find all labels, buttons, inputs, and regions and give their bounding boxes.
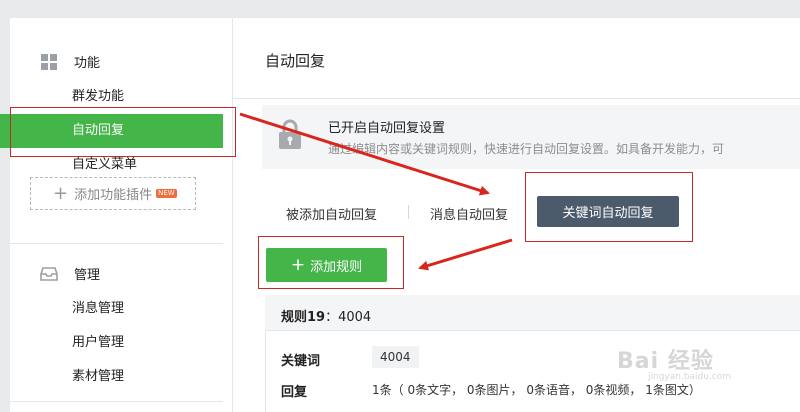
annotation-box-sidebar xyxy=(10,107,236,157)
sidebar-item-label: 消息管理 xyxy=(72,301,125,316)
sidebar-section-label: 功能 xyxy=(74,56,101,71)
sidebar-section-manage: 管理 xyxy=(40,264,100,283)
sidebar-item-label: 素材管理 xyxy=(72,369,125,384)
grid-icon xyxy=(40,53,58,71)
new-badge: NEW xyxy=(156,189,177,198)
watermark-url: jingyan.baidu.com xyxy=(648,372,732,382)
reply-label: 回复 xyxy=(281,385,308,400)
rule-name: 规则19：4004 xyxy=(281,306,371,325)
tab-added-auto-reply[interactable]: 被添加自动回复 xyxy=(286,204,377,223)
plus-icon: + xyxy=(53,182,69,204)
annotation-box-tab xyxy=(525,172,693,242)
sidebar-divider xyxy=(10,243,223,244)
sidebar-item-users[interactable]: 用户管理 xyxy=(0,326,223,360)
notice-description: 通过编辑内容或关键词规则，快速进行自动回复设置。如具备开发能力，可 xyxy=(328,142,725,156)
sidebar-section-functions: 功能 xyxy=(40,52,100,71)
inbox-icon xyxy=(40,265,58,283)
sidebar-item-materials[interactable]: 素材管理 xyxy=(0,360,223,394)
sidebar-item-messages[interactable]: 消息管理 xyxy=(0,292,223,326)
title-divider xyxy=(233,98,800,99)
tab-separator xyxy=(408,205,409,219)
rule-name-prefix: 规则19 xyxy=(281,310,326,325)
lock-icon xyxy=(278,118,302,154)
reply-summary: 1条（ 0条文字， 0条图片， 0条语音， 0条视频， 1条图文） xyxy=(372,383,701,397)
add-plugin-label: 添加功能插件 xyxy=(74,188,153,203)
sidebar-item-label: 自定义菜单 xyxy=(72,157,138,172)
sidebar-divider xyxy=(10,401,223,402)
rule-name-value: ：4004 xyxy=(325,310,372,325)
sidebar-item-label: 用户管理 xyxy=(72,335,125,350)
notice-banner xyxy=(262,105,800,169)
page-title: 自动回复 xyxy=(265,52,326,70)
annotation-box-add-rule xyxy=(258,236,404,289)
watermark-logo: Bai 经验 xyxy=(617,349,714,374)
sidebar-item-label: 群发功能 xyxy=(72,89,125,104)
notice-title: 已开启自动回复设置 xyxy=(328,121,446,136)
add-plugin-button[interactable]: + 添加功能插件 NEW xyxy=(30,177,196,210)
keyword-label: 关键词 xyxy=(281,354,321,369)
sidebar-section-label: 管理 xyxy=(74,268,101,283)
keyword-value: 4004 xyxy=(372,346,419,368)
tab-message-auto-reply[interactable]: 消息自动回复 xyxy=(430,204,508,223)
